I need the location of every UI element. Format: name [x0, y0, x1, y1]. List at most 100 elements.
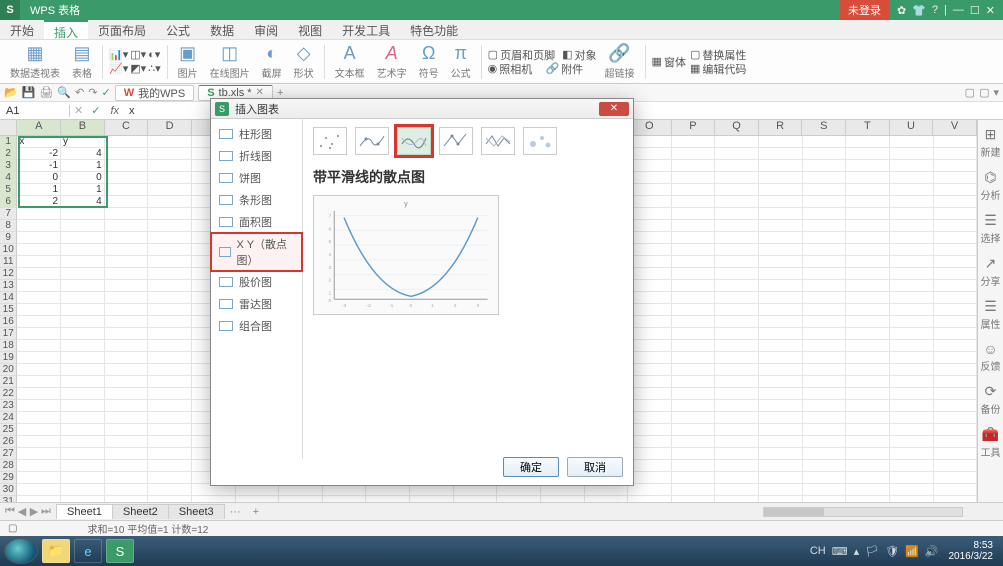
cell[interactable]: [759, 352, 803, 364]
ok-button[interactable]: 确定: [503, 457, 559, 477]
col-header[interactable]: A: [17, 120, 61, 135]
cell[interactable]: [17, 448, 61, 460]
chart-type-item[interactable]: 组合图: [211, 315, 302, 337]
cell[interactable]: [628, 352, 672, 364]
cell[interactable]: [105, 412, 149, 424]
cell[interactable]: [672, 388, 716, 400]
chart-type-item[interactable]: 柱形图: [211, 123, 302, 145]
cell[interactable]: [61, 292, 105, 304]
cell[interactable]: [61, 484, 105, 496]
shield-icon[interactable]: 🛡: [885, 545, 899, 558]
chart-type-item[interactable]: 股价图: [211, 271, 302, 293]
cell[interactable]: [803, 328, 847, 340]
cell[interactable]: [934, 184, 977, 196]
row-header[interactable]: 2: [0, 148, 17, 160]
cell[interactable]: [672, 172, 716, 184]
cell[interactable]: [105, 292, 149, 304]
cell[interactable]: [846, 484, 890, 496]
cell[interactable]: [715, 268, 759, 280]
cell[interactable]: 0: [61, 172, 105, 184]
cell[interactable]: [846, 220, 890, 232]
cell[interactable]: [934, 376, 977, 388]
cell[interactable]: [759, 232, 803, 244]
cell[interactable]: [715, 256, 759, 268]
chart-type-item[interactable]: 条形图: [211, 189, 302, 211]
volume-icon[interactable]: 🔊: [925, 545, 939, 558]
cell[interactable]: [672, 220, 716, 232]
cell[interactable]: [890, 388, 934, 400]
row-header[interactable]: 4: [0, 172, 17, 184]
cell[interactable]: [846, 460, 890, 472]
camera-icon[interactable]: ◉: [488, 62, 498, 75]
row-header[interactable]: 16: [0, 316, 17, 328]
cell[interactable]: [890, 136, 934, 148]
cell[interactable]: [628, 196, 672, 208]
accept-icon[interactable]: ✓: [87, 104, 104, 117]
cell[interactable]: [105, 160, 149, 172]
cell[interactable]: [148, 256, 192, 268]
cell[interactable]: [846, 376, 890, 388]
ribbon-symbol[interactable]: Ω符号: [415, 43, 443, 80]
subtype-straight-line[interactable]: [481, 127, 515, 155]
row-header[interactable]: 5: [0, 184, 17, 196]
cell[interactable]: [846, 316, 890, 328]
cell[interactable]: [17, 316, 61, 328]
cell[interactable]: [61, 316, 105, 328]
col-header[interactable]: T: [846, 120, 890, 135]
ribbon-pivot[interactable]: ▦数据透视表: [6, 43, 64, 80]
cell[interactable]: [672, 364, 716, 376]
collapse-icon[interactable]: ▢: [965, 86, 975, 99]
cell[interactable]: [105, 436, 149, 448]
chart-icon[interactable]: ◩▾: [130, 62, 146, 75]
menu-tab-2[interactable]: 页面布局: [88, 20, 156, 39]
cell[interactable]: 2: [17, 196, 61, 208]
help-icon[interactable]: ?: [932, 4, 938, 16]
row-header[interactable]: 9: [0, 232, 17, 244]
row-header[interactable]: 20: [0, 364, 17, 376]
row-header[interactable]: 13: [0, 280, 17, 292]
cell[interactable]: [803, 472, 847, 484]
cell[interactable]: [934, 244, 977, 256]
cell[interactable]: [148, 220, 192, 232]
row-header[interactable]: 25: [0, 424, 17, 436]
subtype-smooth-line[interactable]: [397, 127, 431, 155]
cell[interactable]: [715, 280, 759, 292]
cell[interactable]: [628, 268, 672, 280]
cell[interactable]: [105, 172, 149, 184]
cell[interactable]: [890, 292, 934, 304]
ribbon-textbox[interactable]: A文本框: [331, 43, 369, 80]
ribbon-table[interactable]: ▤表格: [68, 43, 96, 80]
sidebar-item[interactable]: ↗分享: [981, 255, 1001, 288]
cell[interactable]: [803, 148, 847, 160]
menu-tab-7[interactable]: 开发工具: [332, 20, 400, 39]
cell[interactable]: [628, 472, 672, 484]
minimize-icon[interactable]: —: [953, 4, 964, 16]
cell[interactable]: [890, 340, 934, 352]
cell[interactable]: [846, 424, 890, 436]
cell[interactable]: 1: [17, 184, 61, 196]
row-header[interactable]: 22: [0, 388, 17, 400]
cell[interactable]: [672, 328, 716, 340]
open-icon[interactable]: 📂: [4, 86, 18, 99]
cell[interactable]: [148, 472, 192, 484]
cell[interactable]: [759, 484, 803, 496]
cell[interactable]: [672, 400, 716, 412]
ribbon-equation[interactable]: π公式: [447, 43, 475, 80]
cell[interactable]: [890, 304, 934, 316]
cell[interactable]: [846, 160, 890, 172]
cell[interactable]: [672, 244, 716, 256]
cell[interactable]: [61, 328, 105, 340]
save-icon[interactable]: 💾: [22, 86, 36, 99]
col-header[interactable]: D: [148, 120, 192, 135]
cell[interactable]: [105, 448, 149, 460]
close-icon[interactable]: ✕: [986, 4, 995, 17]
cell[interactable]: [803, 172, 847, 184]
cell[interactable]: [17, 352, 61, 364]
row-header[interactable]: 14: [0, 292, 17, 304]
cell[interactable]: [759, 436, 803, 448]
cell[interactable]: [672, 448, 716, 460]
col-header[interactable]: C: [105, 120, 149, 135]
cell[interactable]: [105, 460, 149, 472]
cell[interactable]: [890, 448, 934, 460]
cell[interactable]: 4: [61, 196, 105, 208]
